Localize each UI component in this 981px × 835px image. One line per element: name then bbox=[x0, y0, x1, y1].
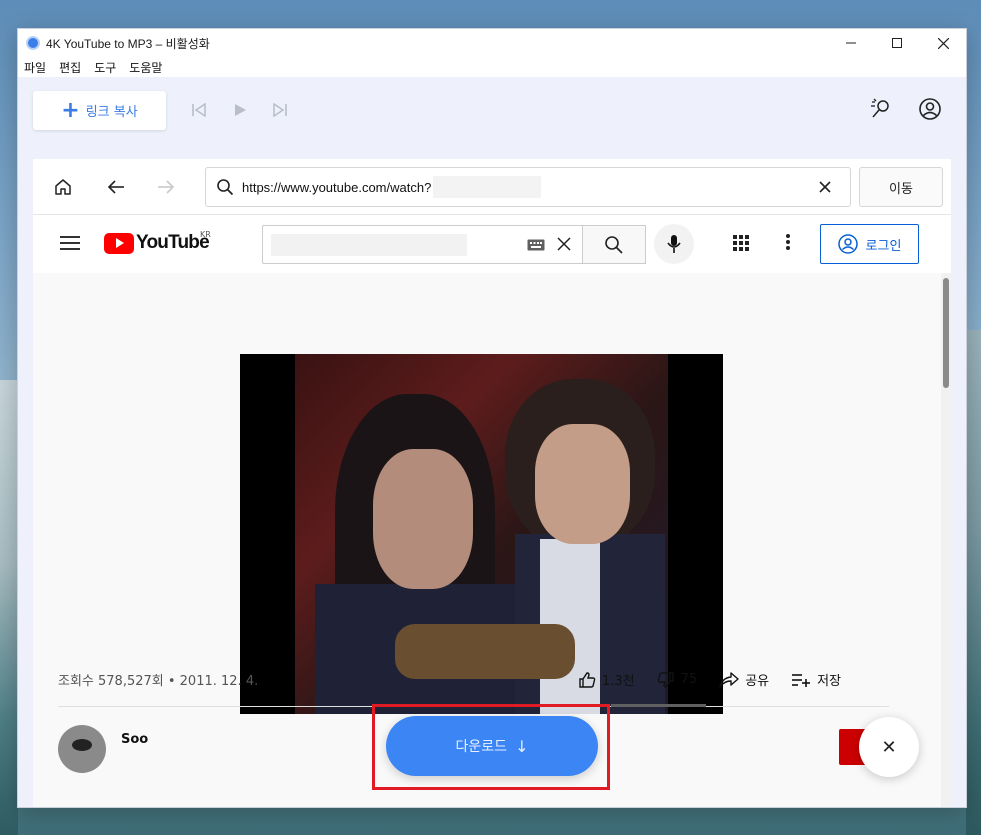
forward-icon[interactable] bbox=[154, 175, 178, 199]
account-icon[interactable] bbox=[917, 96, 943, 122]
embedded-browser: https://www.youtube.com/watch? 이동 YouTub… bbox=[33, 159, 951, 807]
login-button[interactable]: 로그인 bbox=[820, 224, 919, 264]
thumbs-down-icon bbox=[657, 671, 674, 688]
arrow-down-icon: ↓ bbox=[515, 736, 529, 756]
login-label: 로그인 bbox=[865, 238, 902, 254]
actions-divider bbox=[58, 706, 889, 707]
scrollbar-thumb[interactable] bbox=[943, 278, 949, 388]
go-button[interactable]: 이동 bbox=[859, 167, 943, 207]
window-title: 4K YouTube to MP3 – 비활성화 bbox=[46, 36, 210, 51]
search-icon bbox=[217, 179, 234, 196]
dislike-count: 75 bbox=[680, 672, 698, 687]
share-icon bbox=[719, 671, 739, 688]
app-icon bbox=[26, 36, 40, 50]
download-button[interactable]: 다운로드 ↓ bbox=[386, 716, 598, 776]
share-button[interactable]: 공유 bbox=[719, 670, 769, 689]
menu-file[interactable]: 파일 bbox=[24, 59, 46, 76]
minimize-icon bbox=[846, 42, 856, 44]
like-button[interactable]: 1.3천 bbox=[578, 670, 635, 689]
channel-name[interactable]: Soo bbox=[121, 732, 148, 747]
smart-mode-icon[interactable] bbox=[868, 96, 894, 122]
download-label: 다운로드 bbox=[455, 739, 508, 755]
plus-icon: + bbox=[61, 97, 80, 123]
url-redaction bbox=[433, 176, 542, 198]
menu-help[interactable]: 도움말 bbox=[129, 59, 162, 76]
minimize-button[interactable] bbox=[828, 29, 874, 57]
paste-link-button[interactable]: + 링크 복사 bbox=[33, 91, 166, 130]
video-stats: 조회수 578,527회 • 2011. 12. 4. bbox=[58, 674, 259, 689]
video-actions: 1.3천 75 공유 저장 bbox=[578, 670, 863, 689]
menu-tools[interactable]: 도구 bbox=[94, 59, 116, 76]
back-icon[interactable] bbox=[104, 175, 128, 199]
thumbs-up-icon bbox=[579, 671, 596, 688]
maximize-button[interactable] bbox=[874, 29, 920, 57]
user-circle-icon bbox=[837, 234, 858, 254]
playlist-add-icon bbox=[792, 673, 811, 687]
app-body: + 링크 복사 https://www.youtube.com/watch? 이… bbox=[18, 77, 966, 807]
clear-url-icon[interactable] bbox=[816, 178, 834, 196]
maximize-icon bbox=[892, 38, 902, 48]
youtube-header: YouTube KR 로그인 bbox=[33, 215, 951, 273]
play-icon[interactable] bbox=[229, 99, 251, 121]
menu-edit[interactable]: 편집 bbox=[59, 59, 81, 76]
menu-bar: 파일 편집 도구 도움말 bbox=[18, 57, 966, 77]
youtube-logo[interactable]: YouTube bbox=[104, 232, 210, 254]
like-ratio-bar bbox=[611, 704, 706, 707]
next-icon[interactable] bbox=[269, 99, 291, 121]
like-count: 1.3천 bbox=[602, 674, 635, 689]
video-player[interactable] bbox=[240, 354, 723, 714]
desktop-background-left bbox=[0, 380, 18, 835]
page-scrollbar[interactable] bbox=[941, 273, 951, 807]
close-browser-button[interactable]: ✕ bbox=[859, 717, 919, 777]
toolbar: + 링크 복사 bbox=[18, 77, 966, 157]
browser-nav-bar: https://www.youtube.com/watch? 이동 bbox=[33, 159, 951, 215]
apps-grid-icon[interactable] bbox=[732, 234, 750, 252]
title-bar: 4K YouTube to MP3 – 비활성화 bbox=[18, 29, 966, 57]
channel-avatar[interactable] bbox=[58, 725, 106, 773]
dislike-button[interactable]: 75 bbox=[657, 671, 698, 689]
home-icon[interactable] bbox=[51, 175, 75, 199]
url-bar[interactable]: https://www.youtube.com/watch? bbox=[205, 167, 851, 207]
search-redaction bbox=[271, 234, 467, 256]
region-code: KR bbox=[200, 230, 211, 239]
more-vert-icon[interactable] bbox=[785, 232, 791, 252]
close-icon bbox=[937, 37, 949, 49]
close-icon: ✕ bbox=[881, 736, 897, 758]
microphone-icon bbox=[667, 235, 681, 253]
desktop-background-right bbox=[966, 330, 981, 835]
close-button[interactable] bbox=[920, 29, 966, 57]
save-label: 저장 bbox=[817, 674, 842, 689]
url-text: https://www.youtube.com/watch? bbox=[242, 179, 432, 195]
hamburger-menu-icon[interactable] bbox=[60, 236, 80, 250]
clear-search-icon[interactable] bbox=[557, 237, 571, 251]
app-window: 4K YouTube to MP3 – 비활성화 파일 편집 도구 도움말 + … bbox=[17, 28, 967, 808]
save-button[interactable]: 저장 bbox=[791, 670, 841, 689]
window-controls bbox=[828, 29, 966, 57]
video-thumbnail bbox=[295, 354, 668, 714]
youtube-search-input[interactable] bbox=[262, 225, 583, 264]
previous-icon[interactable] bbox=[188, 99, 210, 121]
voice-search-button[interactable] bbox=[654, 224, 694, 264]
paste-link-label: 링크 복사 bbox=[85, 105, 138, 120]
keyboard-icon[interactable] bbox=[527, 239, 545, 251]
youtube-play-icon bbox=[104, 232, 134, 254]
search-icon bbox=[605, 235, 623, 254]
youtube-search-button[interactable] bbox=[582, 225, 646, 264]
youtube-wordmark: YouTube bbox=[136, 232, 210, 253]
share-label: 공유 bbox=[745, 674, 770, 689]
